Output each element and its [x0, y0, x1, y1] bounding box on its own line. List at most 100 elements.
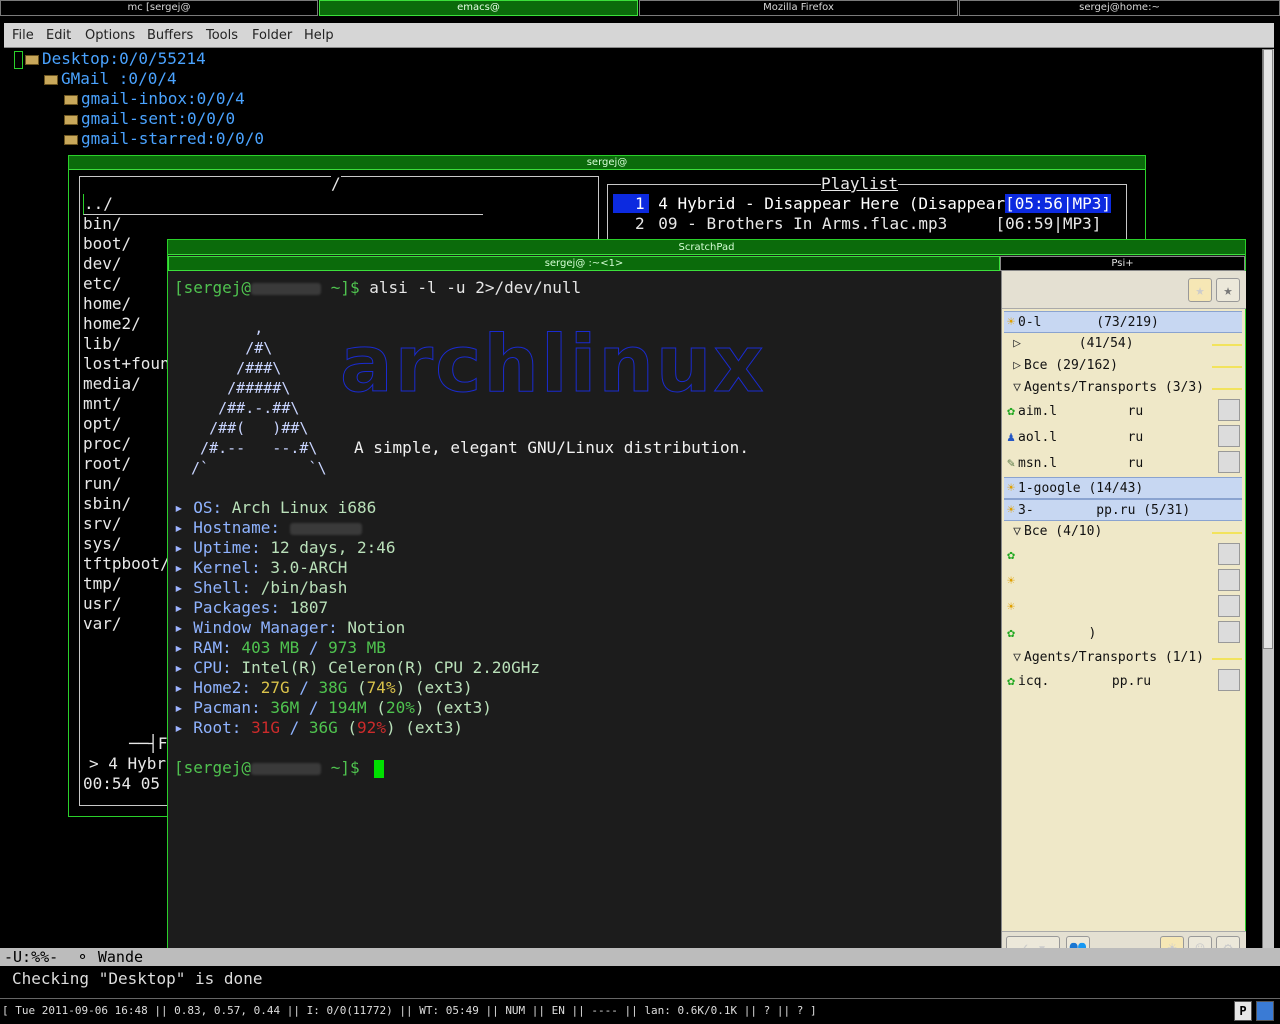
tray-network-icon[interactable] — [1256, 1001, 1274, 1021]
psi-row-label: 1-google (14/43) — [1018, 481, 1144, 496]
mc-dir-item[interactable]: tftpboot/ — [83, 554, 170, 574]
mc-dir-item[interactable]: media/ — [83, 374, 141, 394]
psi-row-label: aol.l ru — [1018, 430, 1144, 445]
tri-down-icon: ▽ — [1013, 524, 1021, 539]
mc-dir-item[interactable]: lib/ — [83, 334, 122, 354]
psi-contact-row[interactable]: ☀ — [1004, 595, 1242, 621]
mc-dir-item[interactable]: bin/ — [83, 214, 122, 234]
folder-tree-starred[interactable]: gmail-starred:0/0/0 — [64, 129, 264, 149]
psi-contact-row[interactable]: ✿ icq. pp.ru — [1004, 669, 1242, 695]
psi-contact-row[interactable]: ✎ msn.l ru — [1004, 451, 1242, 477]
psi-contact-row[interactable]: ☀ — [1004, 569, 1242, 595]
sysinfo-line: ▸ Root: 31G / 36G (92%) (ext3) — [174, 718, 464, 737]
mc-dir-item[interactable]: root/ — [83, 454, 131, 474]
window-tab-firefox[interactable]: Mozilla Firefox — [639, 0, 958, 16]
psi-group-row[interactable]: ▽ Agents/Transports (1/1) — [1004, 647, 1242, 669]
menu-help[interactable]: Help — [304, 28, 334, 43]
tab-terminal[interactable]: sergej@ :~<1> — [168, 256, 1000, 271]
scratchpad-window: ScratchPad sergej@ :~<1> Psi+ [sergej@ ~… — [167, 239, 1246, 963]
playlist-num: 1 — [613, 194, 649, 213]
psi-contact-row[interactable]: ✿ aim.l ru — [1004, 399, 1242, 425]
psi-account-row[interactable]: ☀ 0-l (73/219) — [1004, 311, 1242, 333]
mc-dir-item[interactable]: home/ — [83, 294, 131, 314]
emacs-echo-area: Checking "Desktop" is done — [12, 969, 263, 988]
sysinfo-line: ▸ Kernel: 3.0-ARCH — [174, 558, 348, 577]
mc-playlist-title: Playlist — [821, 174, 899, 194]
psi-group-row[interactable]: ▷ Bce (29/162) — [1004, 355, 1242, 377]
star-icon[interactable]: ★ — [1188, 278, 1212, 302]
scratchpad-title: ScratchPad — [168, 240, 1245, 255]
playlist-title: 09 - Brothers In Arms.flac.mp3 — [658, 214, 948, 233]
window-tab-home[interactable]: sergej@home:~ — [959, 0, 1280, 16]
mc-dir-item[interactable]: dev/ — [83, 254, 122, 274]
folder-tree-inbox[interactable]: gmail-inbox:0/0/4 — [64, 89, 245, 109]
menu-file[interactable]: File — [12, 28, 34, 43]
sysinfo-line: ▸ Home2: 27G / 38G (74%) (ext3) — [174, 678, 473, 697]
mc-dir-item[interactable]: srv/ — [83, 514, 122, 534]
psi-row-label — [1018, 600, 1088, 615]
psi-group-row[interactable]: ▽ Agents/Transports (3/3) — [1004, 377, 1242, 399]
archlinux-logo-word: archlinux — [340, 320, 766, 411]
menu-options[interactable]: Options — [85, 28, 135, 43]
avatar — [1218, 595, 1240, 617]
tri-down-icon: ▽ — [1013, 650, 1021, 665]
mc-dir-item[interactable]: ../ — [83, 194, 483, 215]
mc-dir-item[interactable]: tmp/ — [83, 574, 122, 594]
mc-dir-item[interactable]: home2/ — [83, 314, 141, 334]
playlist-num: 2 — [635, 214, 645, 233]
mc-dir-item[interactable]: proc/ — [83, 434, 131, 454]
star-outline-icon[interactable]: ★ — [1216, 278, 1240, 302]
sysinfo-line: ▸ Window Manager: Notion — [174, 618, 406, 637]
sun-icon: ☀ — [1007, 315, 1015, 330]
mc-dir-item[interactable]: sys/ — [83, 534, 122, 554]
flower-icon: ✿ — [1007, 548, 1015, 563]
sysinfo-line: ▸ RAM: 403 MB / 973 MB — [174, 638, 386, 657]
mc-dir-item[interactable]: usr/ — [83, 594, 122, 614]
mc-dir-item[interactable]: boot/ — [83, 234, 131, 254]
psi-account-row[interactable]: ☀ 3- pp.ru (5/31) — [1004, 499, 1242, 521]
mc-dir-item[interactable]: lost+foun — [83, 354, 170, 374]
mc-dir-item[interactable]: opt/ — [83, 414, 122, 434]
playlist-item[interactable]: 1 4 Hybrid - Disappear Here (Disappear[0… — [613, 194, 1112, 214]
psi-group-row[interactable]: ▷ (41/54) — [1004, 333, 1242, 355]
window-tab-mc[interactable]: mc [sergej@ — [0, 0, 318, 16]
sysinfo-line: ▸ Pacman: 36M / 194M (20%) (ext3) — [174, 698, 492, 717]
psi-row-label — [1018, 548, 1088, 563]
folder-tree-sent[interactable]: gmail-sent:0/0/0 — [64, 109, 235, 129]
psi-contact-row[interactable]: ♟ aol.l ru — [1004, 425, 1242, 451]
system-statusbar: [ Tue 2011-09-06 16:48 || 0.83, 0.57, 0.… — [0, 998, 1280, 1024]
mc-dir-item[interactable]: etc/ — [83, 274, 122, 294]
folder-tree-gmail[interactable]: GMail :0/0/4 — [44, 69, 177, 89]
psi-contact-row[interactable]: ✿ ) — [1004, 621, 1242, 647]
avatar — [1218, 399, 1240, 421]
folder-icon — [44, 74, 58, 85]
terminal-cursor[interactable] — [374, 760, 384, 778]
psi-roster: ★ ★ ☀ 0-l (73/219) ▷ (41/54) ▷ Bce (29/162) ▽… — [1001, 271, 1246, 963]
tray-p-icon[interactable]: P — [1234, 1001, 1252, 1021]
psi-row-label: 0-l (73/219) — [1018, 315, 1159, 330]
mc-dir-item[interactable]: sbin/ — [83, 494, 131, 514]
terminal-prompt: [sergej@ ~]$ — [174, 758, 360, 777]
emacs-scrollbar-thumb[interactable] — [1263, 49, 1273, 649]
menu-folder[interactable]: Folder — [252, 28, 292, 43]
playlist-item[interactable]: 2 09 - Brothers In Arms.flac.mp3 [06:59|… — [613, 214, 1101, 234]
psi-toolbar: ★ ★ — [1002, 271, 1246, 309]
menu-edit[interactable]: Edit — [46, 28, 71, 43]
folder-tree-desktop[interactable]: Desktop:0/0/55214 — [14, 49, 206, 69]
menu-tools[interactable]: Tools — [206, 28, 238, 43]
psi-contact-row[interactable]: ✿ — [1004, 543, 1242, 569]
psi-row-label: Agents/Transports (1/1) — [1024, 650, 1205, 665]
mc-time: 00:54 05 — [83, 774, 161, 793]
psi-account-row[interactable]: ☀ 1-google (14/43) — [1004, 477, 1242, 499]
psi-row-label: ) — [1018, 626, 1097, 641]
window-tabs-bar: mc [sergej@ emacs@ Mozilla Firefox serge… — [0, 0, 1280, 17]
psi-group-row[interactable]: ▽ Bce (4/10) — [1004, 521, 1242, 543]
window-tab-emacs[interactable]: emacs@ — [319, 0, 638, 16]
flower-icon: ✿ — [1007, 674, 1015, 689]
mc-dir-item[interactable]: var/ — [83, 614, 122, 634]
tab-psi[interactable]: Psi+ — [1000, 256, 1245, 271]
arch-tagline: A simple, elegant GNU/Linux distribution… — [354, 438, 749, 457]
menu-buffers[interactable]: Buffers — [147, 28, 193, 43]
mc-dir-item[interactable]: run/ — [83, 474, 122, 494]
mc-dir-item[interactable]: mnt/ — [83, 394, 122, 414]
